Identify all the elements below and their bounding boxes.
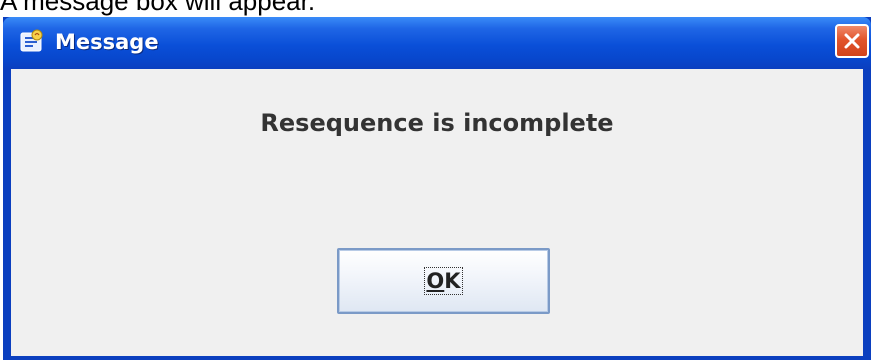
dialog-content: Resequence is incomplete OK — [11, 69, 863, 356]
ok-label: OK — [339, 267, 548, 295]
dialog-title: Message — [55, 30, 159, 54]
close-icon — [844, 33, 860, 49]
instruction-caption: A message box will appear. — [0, 0, 316, 16]
dialog-titlebar[interactable]: Message — [3, 17, 871, 69]
java-message-icon — [19, 29, 45, 55]
close-button[interactable] — [835, 24, 869, 58]
ok-label-rest: K — [444, 269, 461, 293]
ok-mnemonic: O — [426, 269, 445, 293]
ok-button[interactable]: OK — [337, 248, 550, 314]
screen: A message box will appear. Message Reseq… — [0, 0, 871, 360]
focus-indicator: OK — [424, 267, 463, 295]
message-dialog: Message Resequence is incomplete OK — [3, 17, 871, 360]
message-text: Resequence is incomplete — [260, 109, 614, 137]
